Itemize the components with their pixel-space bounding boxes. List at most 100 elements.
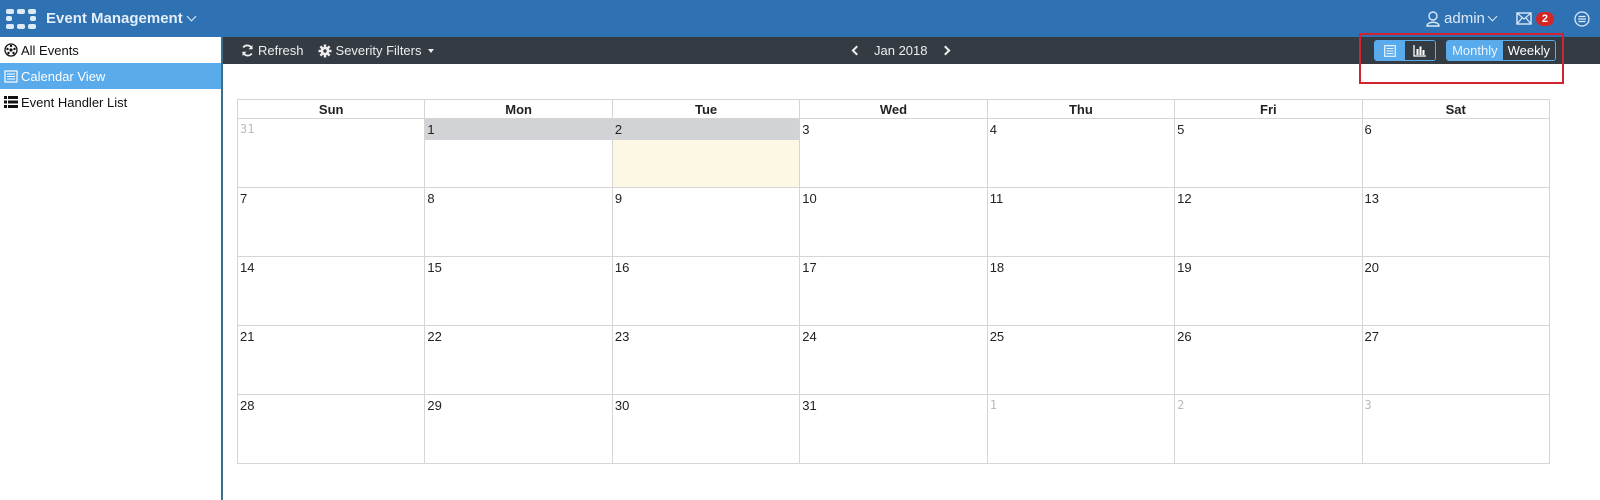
day-number: 1 — [989, 398, 997, 412]
day-number: 18 — [989, 260, 1005, 275]
calendar-day-cell[interactable]: 15 — [424, 256, 613, 326]
calendar-day-cell[interactable]: 1 — [424, 118, 613, 188]
refresh-button[interactable]: Refresh — [241, 43, 304, 58]
calendar-list-icon — [4, 69, 18, 83]
table-view-button[interactable] — [1375, 41, 1406, 60]
app-title-dropdown[interactable]: Event Management — [46, 10, 197, 27]
day-number: 26 — [1177, 329, 1192, 344]
day-number: 27 — [1364, 329, 1379, 344]
calendar-day-cell[interactable]: 9 — [611, 187, 801, 257]
calendar-day-cell[interactable]: 23 — [611, 325, 801, 395]
calendar-week-row: 28 29 30 31 1 2 3 — [236, 394, 1551, 464]
calendar-day-cell[interactable]: 18 — [986, 256, 1176, 326]
day-number: 22 — [427, 329, 442, 344]
caret-down-icon — [427, 48, 434, 53]
sidebar-item-all-events[interactable]: All Events — [0, 37, 221, 63]
calendar-day-cell[interactable]: 14 — [236, 256, 426, 326]
range-toggle: Monthly Weekly — [1446, 40, 1556, 61]
month-calendar: Sun Mon Tue Wed Thu Fri Sat 31 1 2 3 4 5 6 7 8 9 1… — [236, 99, 1551, 464]
day-number: 13 — [1364, 191, 1379, 206]
calendar-day-cell[interactable]: 4 — [986, 118, 1176, 188]
calendar-day-cell[interactable]: 10 — [799, 187, 988, 257]
weekday-header: Sun — [236, 99, 426, 119]
calendar-day-cell[interactable]: 20 — [1361, 256, 1551, 326]
severity-filters-dropdown[interactable]: Severity Filters — [318, 43, 434, 58]
sidebar-item-event-handler-list[interactable]: Event Handler List — [0, 89, 221, 115]
calendar-day-cell[interactable]: 7 — [236, 187, 426, 257]
calendar-day-cell[interactable]: 24 — [799, 325, 988, 395]
view-toggle-group: Monthly Weekly — [1374, 37, 1600, 64]
fortinet-logo-icon[interactable] — [6, 8, 36, 29]
calendar-day-cell[interactable]: 16 — [611, 256, 801, 326]
calendar-day-cell[interactable]: 12 — [1174, 187, 1363, 257]
sidebar-item-calendar-view[interactable]: Calendar View — [0, 63, 221, 89]
calendar-day-cell[interactable]: 6 — [1361, 118, 1551, 188]
calendar-week-row: 31 1 2 3 4 5 6 — [236, 118, 1551, 188]
calendar-day-cell[interactable]: 3 — [799, 118, 988, 188]
day-number: 24 — [802, 329, 817, 344]
next-month-button[interactable] — [940, 45, 950, 56]
calendar-day-cell[interactable]: 1 — [986, 394, 1176, 464]
top-header-bar: Event Management admin 2 — [0, 0, 1600, 37]
calendar-day-cell[interactable]: 3 — [1361, 394, 1551, 464]
calendar-toolbar: Refresh Severity Filters Jan 2018 Monthl… — [223, 37, 1600, 64]
calendar-day-cell[interactable]: 25 — [986, 325, 1176, 395]
day-number: 30 — [614, 398, 630, 413]
weekday-header: Wed — [799, 99, 988, 119]
refresh-label: Refresh — [258, 43, 304, 58]
day-number: 14 — [240, 260, 255, 275]
calendar-day-cell[interactable]: 2 — [1174, 394, 1363, 464]
weekday-header: Fri — [1174, 99, 1363, 119]
table-view-icon — [1384, 44, 1396, 57]
day-number: 23 — [614, 329, 630, 344]
day-number: 6 — [1364, 122, 1372, 137]
calendar-day-cell[interactable]: 31 — [236, 118, 426, 188]
calendar-week-row: 14 15 16 17 18 19 20 — [236, 256, 1551, 326]
calendar-day-cell[interactable]: 5 — [1174, 118, 1363, 188]
severity-filters-label: Severity Filters — [335, 43, 422, 58]
chart-view-button[interactable] — [1405, 41, 1436, 60]
weekday-header: Mon — [424, 99, 613, 119]
notification-badge: 2 — [1535, 11, 1554, 26]
chart-view-icon — [1413, 44, 1427, 57]
user-icon — [1426, 10, 1440, 27]
calendar-day-cell[interactable]: 30 — [611, 394, 801, 464]
weekday-header: Sat — [1361, 99, 1551, 119]
calendar-day-cell[interactable]: 31 — [799, 394, 988, 464]
calendar-day-cell[interactable]: 11 — [986, 187, 1176, 257]
calendar-day-cell[interactable]: 28 — [236, 394, 426, 464]
calendar-day-cell[interactable]: 21 — [236, 325, 426, 395]
calendar-day-cell[interactable]: 2 — [611, 118, 801, 188]
weekly-button[interactable]: Weekly — [1502, 41, 1555, 60]
weekday-header: Thu — [986, 99, 1176, 119]
calendar-day-cell[interactable]: 19 — [1174, 256, 1363, 326]
day-number: 11 — [989, 191, 1004, 206]
calendar-day-cell[interactable]: 8 — [424, 187, 613, 257]
calendar-day-cell[interactable]: 22 — [424, 325, 613, 395]
day-number: 21 — [240, 329, 255, 344]
day-number: 10 — [802, 191, 817, 206]
calendar-day-cell[interactable]: 27 — [1361, 325, 1551, 395]
day-number: 31 — [802, 398, 817, 413]
day-number: 12 — [1177, 191, 1192, 206]
day-number: 17 — [802, 260, 817, 275]
sidebar-item-label: Calendar View — [21, 68, 106, 84]
calendar-day-cell[interactable]: 29 — [424, 394, 613, 464]
calendar-day-cell[interactable]: 26 — [1174, 325, 1363, 395]
day-number: 16 — [614, 260, 630, 275]
monthly-button[interactable]: Monthly — [1447, 41, 1503, 60]
app-title: Event Management — [46, 10, 183, 27]
previous-month-button[interactable] — [851, 45, 862, 56]
mail-icon — [1516, 12, 1532, 25]
day-number: 19 — [1177, 260, 1192, 275]
notifications-button[interactable]: 2 — [1516, 11, 1554, 26]
calendar-day-cell[interactable]: 13 — [1361, 187, 1551, 257]
menu-icon[interactable] — [1574, 10, 1590, 27]
calendar-day-cell[interactable]: 17 — [799, 256, 988, 326]
current-month-label: Jan 2018 — [874, 43, 928, 58]
view-type-toggle — [1374, 40, 1437, 61]
day-number: 20 — [1364, 260, 1379, 275]
day-number: 5 — [1177, 122, 1185, 137]
user-menu[interactable]: admin — [1426, 10, 1498, 27]
day-number: 31 — [240, 122, 255, 136]
